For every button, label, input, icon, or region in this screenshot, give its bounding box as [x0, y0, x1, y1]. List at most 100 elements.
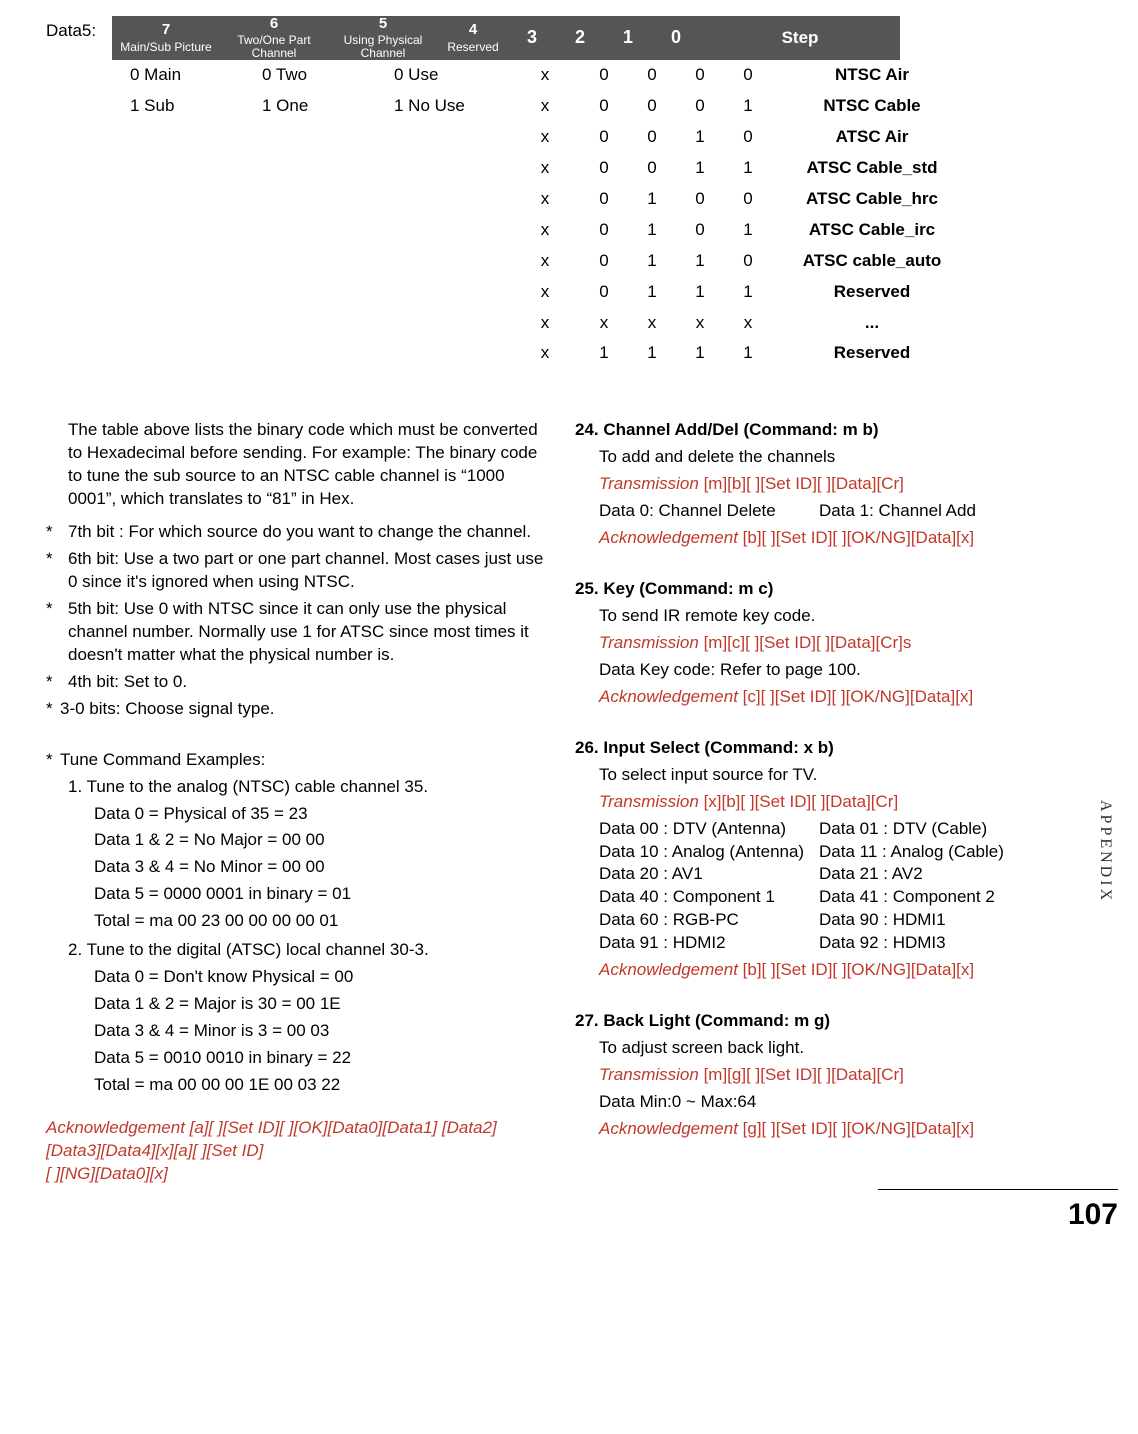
transmission-label: Transmission — [599, 1065, 699, 1084]
ack-label: Acknowledgement — [599, 528, 738, 547]
cell-bit2: 1 — [628, 184, 676, 215]
cmd24-trans: [m][b][ ][Set ID][ ][Data][Cr] — [704, 474, 904, 493]
cmd24-data0: Data 0: Channel Delete — [599, 500, 809, 523]
th-bit5: 5Using Physical Channel — [328, 16, 438, 60]
cell-bit1: 0 — [676, 91, 724, 122]
cell-step: ATSC Air — [772, 122, 972, 153]
note-bit30: 3-0 bits: Choose signal type. — [46, 698, 549, 721]
page-rule — [878, 1189, 1118, 1190]
cmd26-desc: To select input source for TV. — [599, 764, 1078, 787]
input-data-right: Data 21 : AV2 — [819, 863, 1078, 886]
example-line: Data 1 & 2 = No Major = 00 00 — [46, 829, 549, 852]
transmission-label: Transmission — [599, 792, 699, 811]
cmd26-title: 26. Input Select (Command: x b) — [575, 737, 1078, 760]
cell-step: ... — [772, 308, 972, 339]
cell-bit4: x — [510, 338, 580, 369]
input-data-left: Data 91 : HDMI2 — [599, 932, 809, 955]
cell-bit1: 1 — [676, 277, 724, 308]
cell-bit6} — [244, 277, 376, 308]
cell-bit1: 1 — [676, 246, 724, 277]
example-line: Data 0 = Don't know Physical = 00 — [46, 966, 549, 989]
cell-bit4: x — [510, 184, 580, 215]
cell-bit2: 1 — [628, 215, 676, 246]
cell-bit7 — [112, 122, 244, 153]
cmd25-desc: To send IR remote key code. — [599, 605, 1078, 628]
appendix-tab: APPENDIX — [1094, 800, 1116, 903]
cell-bit7 — [112, 308, 244, 339]
th-step: Step — [700, 16, 900, 60]
note-bit7: 7th bit : For which source do you want t… — [46, 521, 549, 544]
cell-bit6} — [244, 184, 376, 215]
cell-bit7 — [112, 184, 244, 215]
cell-bit2: 1 — [628, 277, 676, 308]
example-line: Data 0 = Physical of 35 = 23 — [46, 803, 549, 826]
cell-bit5 — [376, 153, 510, 184]
cell-bit5: 0 Use — [376, 60, 510, 91]
cmd27-data: Data Min:0 ~ Max:64 — [599, 1091, 1078, 1114]
example-line: Total = ma 00 00 00 1E 00 03 22 — [46, 1074, 549, 1097]
cell-step: ATSC Cable_irc — [772, 215, 972, 246]
example-line: Total = ma 00 23 00 00 00 00 01 — [46, 910, 549, 933]
cell-bit1: 1 — [676, 338, 724, 369]
cell-bit1: 0 — [676, 184, 724, 215]
cell-bit5: 1 No Use — [376, 91, 510, 122]
input-data-left: Data 20 : AV1 — [599, 863, 809, 886]
cell-bit0: 0 — [724, 246, 772, 277]
tune-ack: Acknowledgement [a][ ][Set ID][ ][OK][Da… — [46, 1117, 549, 1186]
input-data-right: Data 90 : HDMI1 — [819, 909, 1078, 932]
explanation-column: The table above lists the binary code wh… — [46, 419, 549, 1185]
cell-bit7: 0 Main — [112, 60, 244, 91]
example-line: Data 3 & 4 = No Minor = 00 00 — [46, 856, 549, 879]
cell-bit5 — [376, 338, 510, 369]
cmd27-desc: To adjust screen back light. — [599, 1037, 1078, 1060]
cell-bit1: 1 — [676, 153, 724, 184]
intro-text: The table above lists the binary code wh… — [46, 419, 549, 511]
cell-bit2: 0 — [628, 91, 676, 122]
th-bit6: 6Two/One Part Channel — [220, 16, 328, 60]
cell-step: ATSC cable_auto — [772, 246, 972, 277]
th-bit4: 4Reserved — [438, 16, 508, 60]
cell-bit2: 1 — [628, 246, 676, 277]
cmd24-data1: Data 1: Channel Add — [819, 500, 1078, 523]
input-data-left: Data 40 : Component 1 — [599, 886, 809, 909]
th-bit1: 1 — [604, 16, 652, 60]
cmd25-trans: [m][c][ ][Set ID][ ][Data][Cr]s — [704, 633, 912, 652]
cell-bit0: 0 — [724, 60, 772, 91]
example2-header: 2. Tune to the digital (ATSC) local chan… — [46, 939, 549, 962]
cell-bit7 — [112, 215, 244, 246]
cmd26-ack: [b][ ][Set ID][ ][OK/NG][Data][x] — [743, 960, 974, 979]
th-bit7: 7Main/Sub Picture — [112, 16, 220, 60]
cell-bit4: x — [510, 60, 580, 91]
note-bit6: 6th bit: Use a two part or one part chan… — [46, 548, 549, 594]
cell-bit7 — [112, 246, 244, 277]
cell-bit4: x — [510, 122, 580, 153]
cell-bit4: x — [510, 215, 580, 246]
th-bit2: 2 — [556, 16, 604, 60]
cell-step: ATSC Cable_hrc — [772, 184, 972, 215]
input-data-right: Data 92 : HDMI3 — [819, 932, 1078, 955]
cmd27-ack: [g][ ][Set ID][ ][OK/NG][Data][x] — [743, 1119, 974, 1138]
cell-bit0: 1 — [724, 277, 772, 308]
cell-bit5 — [376, 184, 510, 215]
input-data-right: Data 01 : DTV (Cable) — [819, 818, 1078, 841]
ack-label: Acknowledgement — [599, 960, 738, 979]
cell-bit6}: 1 One — [244, 91, 376, 122]
cell-bit5 — [376, 246, 510, 277]
example-line: Data 5 = 0010 0010 in binary = 22 — [46, 1047, 549, 1070]
data5-label: Data5: — [46, 16, 112, 43]
cell-bit6}: 0 Two — [244, 60, 376, 91]
input-data-left: Data 10 : Analog (Antenna) — [599, 841, 809, 864]
ack-label: Acknowledgement — [599, 1119, 738, 1138]
cell-bit1: 0 — [676, 60, 724, 91]
note-bit5: 5th bit: Use 0 with NTSC since it can on… — [46, 598, 549, 667]
cell-step: Reserved — [772, 338, 972, 369]
cell-bit5 — [376, 122, 510, 153]
cell-bit6} — [244, 308, 376, 339]
cell-bit4: x — [510, 91, 580, 122]
cell-bit2: 1 — [628, 338, 676, 369]
signal-table: 7Main/Sub Picture 6Two/One Part Channel … — [112, 16, 1078, 369]
cell-bit0: 1 — [724, 338, 772, 369]
cmd25-data: Data Key code: Refer to page 100. — [599, 659, 1078, 682]
example-line: Data 1 & 2 = Major is 30 = 00 1E — [46, 993, 549, 1016]
example-line: Data 3 & 4 = Minor is 3 = 00 03 — [46, 1020, 549, 1043]
